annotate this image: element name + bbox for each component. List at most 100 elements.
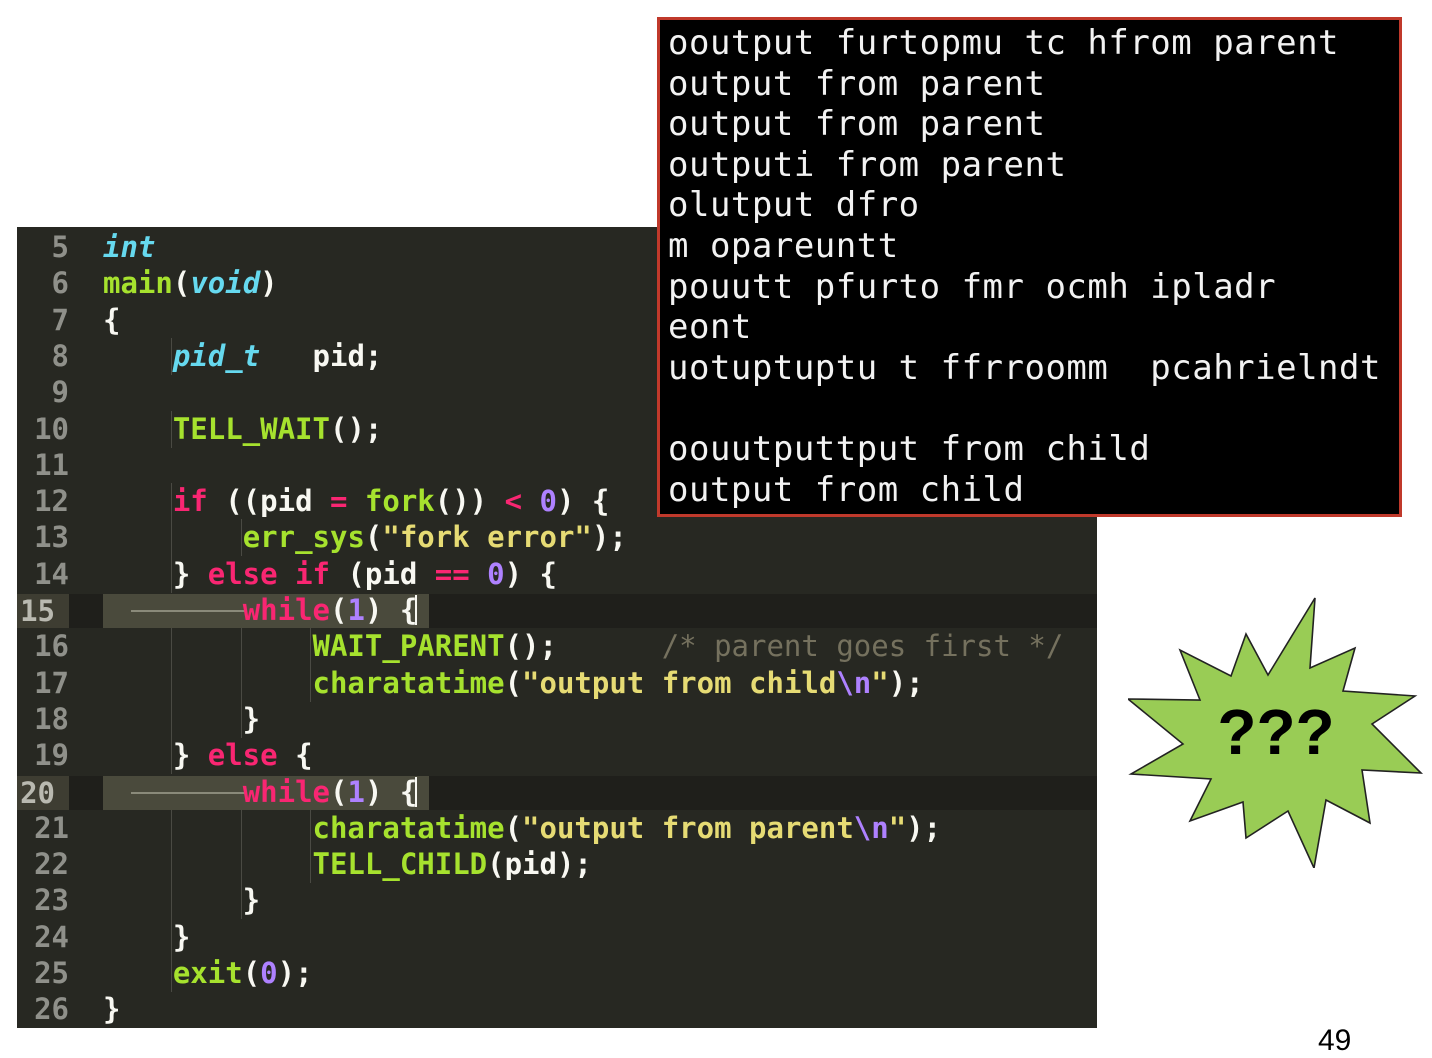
code-text[interactable]: while(1) {: [103, 774, 418, 810]
code-line[interactable]: 15 while(1) {: [17, 592, 1097, 629]
terminal-line: m opareuntt: [668, 226, 899, 266]
code-token: "output from parent: [522, 810, 854, 845]
code-token: (pid: [329, 556, 435, 591]
code-token: else: [207, 738, 278, 773]
terminal-line: ooutput furtopmu tc hfrom parent: [668, 23, 1340, 63]
line-number: 14: [34, 556, 69, 591]
line-number: 17: [34, 665, 69, 700]
line-number: 20: [17, 775, 69, 810]
terminal-line: oouutputtput from child: [668, 429, 1151, 469]
code-token: \n: [836, 665, 872, 700]
code-token: );: [277, 956, 313, 990]
code-line[interactable]: 20 while(1) {: [17, 774, 1097, 810]
code-token: void: [190, 266, 261, 301]
code-token: (: [364, 520, 383, 555]
code-line[interactable]: 19 } else {: [17, 737, 1097, 775]
line-number: 23: [34, 883, 69, 918]
code-line[interactable]: 22 TELL_CHILD(pid);: [17, 846, 1097, 884]
code-token: while: [242, 593, 330, 627]
code-text[interactable]: WAIT_PARENT(); /* parent goes first */: [103, 628, 1064, 664]
code-token: (: [242, 956, 261, 990]
line-number: 5: [51, 230, 69, 264]
code-token: }: [103, 992, 121, 1027]
code-token: charatatime: [312, 665, 505, 700]
code-token: (: [172, 266, 191, 301]
code-line[interactable]: 26}: [17, 991, 1097, 1027]
code-line[interactable]: 21 charatatime("output from parent\n");: [17, 809, 1097, 847]
code-token: );: [888, 665, 924, 700]
code-text[interactable]: TELL_WAIT();: [103, 411, 383, 447]
code-text[interactable]: int: [103, 229, 155, 265]
terminal-output: ooutput furtopmu tc hfrom parent output f…: [657, 17, 1402, 517]
code-token: }: [103, 556, 208, 591]
code-token: main: [103, 266, 173, 301]
code-line[interactable]: 16 WAIT_PARENT(); /* parent goes first *…: [17, 628, 1097, 666]
text-cursor: [415, 776, 418, 807]
terminal-line: output from child: [668, 469, 1025, 510]
code-text[interactable]: }: [103, 919, 190, 955]
code-token: "fork error": [382, 520, 592, 555]
code-text[interactable]: }: [103, 991, 120, 1027]
code-token: 1: [347, 774, 365, 809]
code-text[interactable]: pid_t pid;: [103, 338, 383, 374]
code-token: ) {: [364, 774, 418, 809]
burst-text: ???: [1217, 696, 1334, 768]
code-token: if: [172, 484, 208, 519]
code-token: =: [329, 484, 348, 519]
line-number: 8: [51, 338, 69, 373]
code-token: /* parent goes first */: [661, 629, 1064, 664]
code-text[interactable]: } else if (pid == 0) {: [103, 556, 557, 592]
line-number: 26: [34, 992, 69, 1027]
code-token: charatatime: [312, 810, 505, 845]
code-token: TELL_WAIT: [172, 411, 330, 446]
code-text[interactable]: {: [103, 302, 120, 338]
code-text[interactable]: TELL_CHILD(pid);: [103, 846, 592, 882]
line-number: 10: [34, 411, 69, 446]
line-number: 7: [51, 302, 69, 337]
code-text[interactable]: }: [103, 882, 260, 918]
code-text[interactable]: if ((pid = fork()) < 0) {: [103, 483, 610, 519]
code-text[interactable]: err_sys("fork error");: [103, 519, 627, 555]
code-line[interactable]: 17 charatatime("output from child\n");: [17, 664, 1097, 702]
text-cursor: [415, 595, 418, 625]
code-text[interactable]: exit(0);: [103, 955, 313, 991]
code-text[interactable]: } else {: [103, 737, 313, 773]
code-line[interactable]: 18 }: [17, 700, 1097, 738]
code-token: <: [504, 484, 523, 519]
code-line[interactable]: 23 }: [17, 882, 1097, 920]
code-token: exit: [172, 956, 243, 990]
code-line[interactable]: 24 }: [17, 918, 1097, 956]
code-text[interactable]: while(1) {: [103, 592, 418, 628]
code-text[interactable]: charatatime("output from child\n");: [103, 665, 924, 701]
code-line[interactable]: 25 exit(0);: [17, 955, 1097, 992]
code-token: pid;: [260, 338, 383, 373]
terminal-line: olutput dfro: [668, 185, 920, 226]
code-line[interactable]: 13 err_sys("fork error");: [17, 519, 1097, 557]
code-token: 0: [539, 484, 558, 519]
code-text[interactable]: main(void): [103, 265, 278, 301]
terminal-line: output from parent: [668, 104, 1046, 145]
line-number: 9: [51, 375, 69, 410]
line-number: 11: [34, 447, 69, 482]
code-token: ();: [329, 411, 383, 446]
code-token: 1: [347, 593, 365, 627]
code-token: (: [504, 810, 523, 845]
line-number: 15: [17, 594, 69, 628]
code-token: (pid);: [487, 847, 592, 882]
code-token: ): [260, 266, 278, 301]
code-text[interactable]: }: [103, 701, 260, 737]
code-token: ": [888, 810, 907, 845]
code-text[interactable]: charatatime("output from parent\n");: [103, 810, 942, 846]
code-token: ==: [434, 556, 470, 591]
code-line[interactable]: 14 } else if (pid == 0) {: [17, 555, 1097, 593]
terminal-line: eont: [668, 307, 752, 348]
line-number: 12: [34, 484, 69, 519]
